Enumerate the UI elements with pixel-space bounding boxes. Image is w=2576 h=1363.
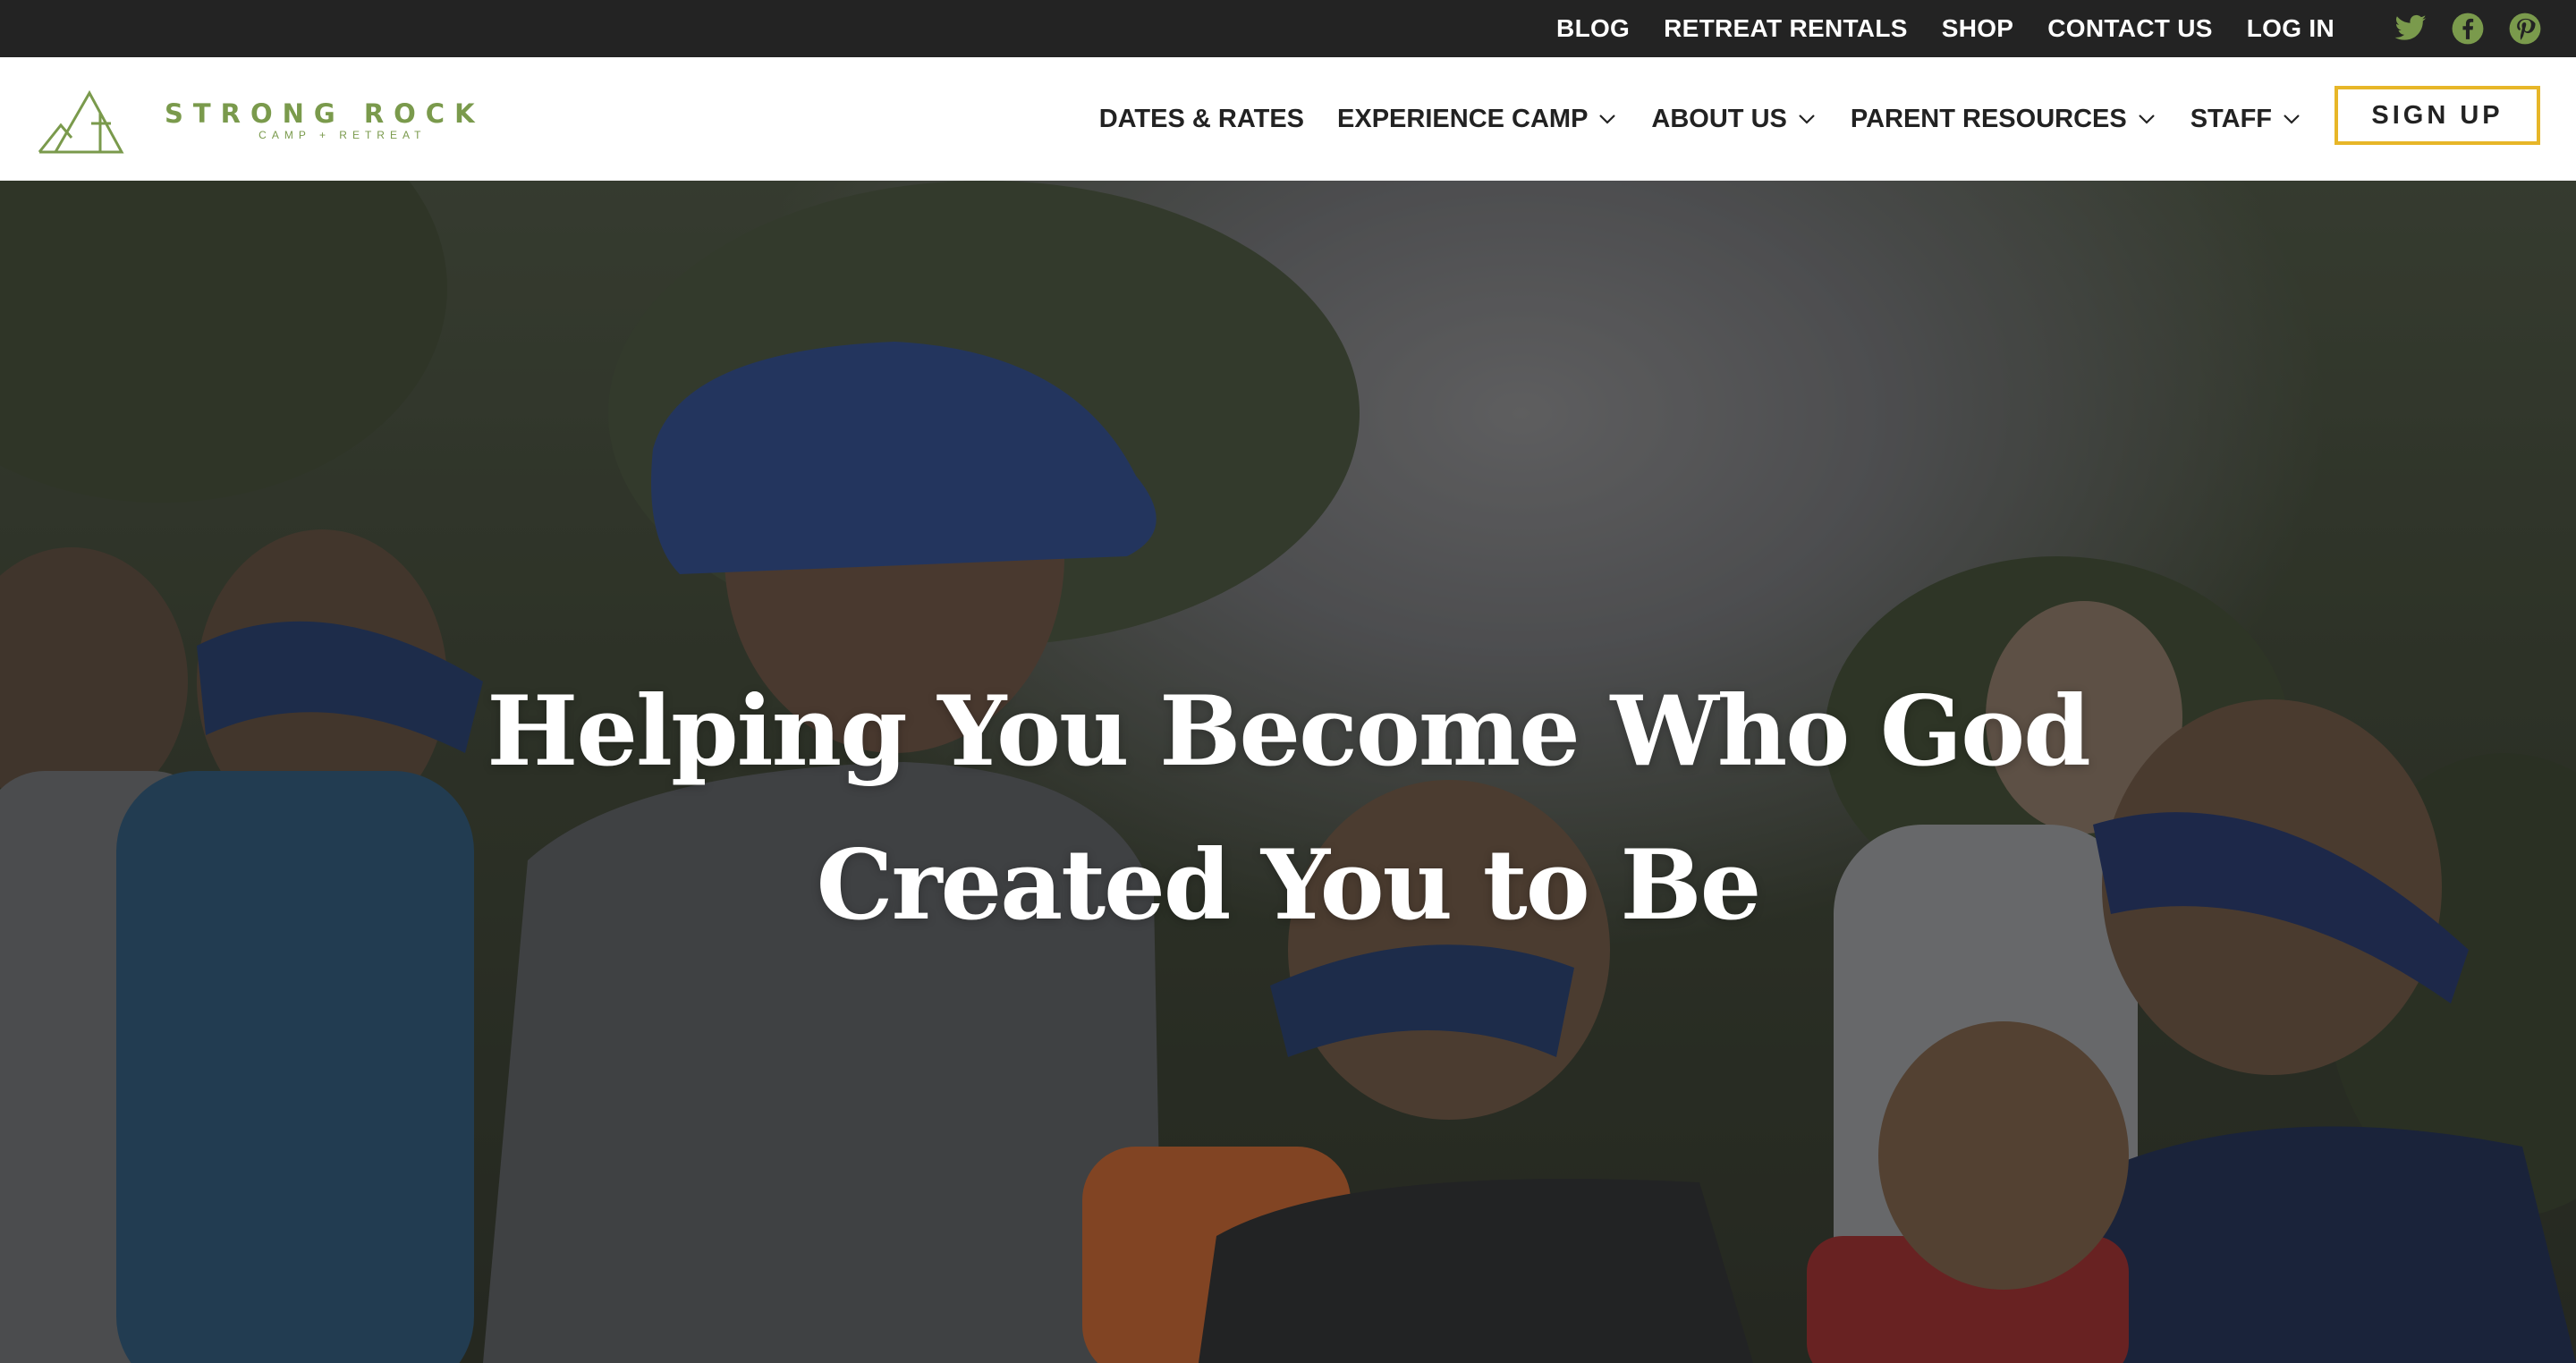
hero-headline-line-1: Helping You Become Who God <box>487 675 2090 788</box>
logo-wordmark: STRONG ROCK <box>165 98 485 129</box>
nav-item-parent-resources[interactable]: PARENT RESOURCES <box>1851 105 2157 134</box>
contact-us-link[interactable]: CONTACT US <box>2047 14 2212 43</box>
main-header: STRONG ROCK CAMP + RETREAT DATES & RATES… <box>0 57 2576 181</box>
logo-tagline: CAMP + RETREAT <box>258 129 427 141</box>
blog-link[interactable]: BLOG <box>1556 14 1630 43</box>
hero-headline: Helping You Become Who God Created You t… <box>0 655 2576 962</box>
chevron-down-icon <box>2281 108 2302 130</box>
nav-item-experience-camp[interactable]: EXPERIENCE CAMP <box>1337 105 1618 134</box>
log-in-link[interactable]: LOG IN <box>2247 14 2334 43</box>
nav-item-dates-rates[interactable]: DATES & RATES <box>1099 105 1304 134</box>
sign-up-button[interactable]: SIGN UP <box>2334 86 2540 145</box>
nav-item-about-us[interactable]: ABOUT US <box>1651 105 1817 134</box>
pinterest-icon[interactable] <box>2508 12 2542 46</box>
primary-nav: DATES & RATES EXPERIENCE CAMP ABOUT US P… <box>1066 57 2302 181</box>
retreat-rentals-link[interactable]: RETREAT RENTALS <box>1664 14 1908 43</box>
chevron-down-icon <box>1597 108 1618 130</box>
hero-banner: Helping You Become Who God Created You t… <box>0 181 2576 1363</box>
shop-link[interactable]: SHOP <box>1942 14 2014 43</box>
chevron-down-icon <box>2136 108 2157 130</box>
strong-rock-logo[interactable]: STRONG ROCK CAMP + RETREAT <box>36 79 475 161</box>
nav-item-staff[interactable]: STAFF <box>2190 105 2302 134</box>
social-links <box>2370 12 2542 46</box>
facebook-icon[interactable] <box>2451 12 2485 46</box>
mountain-logo-icon <box>38 89 124 154</box>
hero-headline-line-2: Created You to Be <box>816 829 1762 942</box>
chevron-down-icon <box>1796 108 1818 130</box>
utility-bar: BLOG RETREAT RENTALS SHOP CONTACT US LOG… <box>0 0 2576 57</box>
twitter-icon[interactable] <box>2394 12 2428 46</box>
